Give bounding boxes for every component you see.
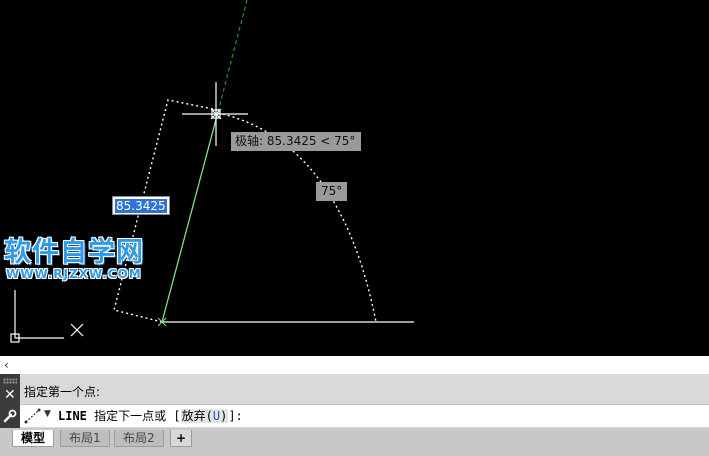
rubber-band-line — [161, 111, 219, 323]
add-layout-button[interactable]: + — [170, 430, 193, 447]
polar-tracking-line — [217, 0, 248, 113]
angle-dimension-label: 75° — [316, 182, 348, 201]
watermark-logo: 软件自学网 WWW.RJZXW.COM — [4, 238, 144, 281]
dynamic-input-field[interactable]: 85.3425 — [112, 196, 170, 215]
tab-layout1[interactable]: 布局1 — [60, 430, 110, 447]
watermark-title: 软件自学网 — [4, 237, 144, 268]
command-input-line[interactable]: ▼ LINE 指定下一点或 [放弃(U)]: — [20, 404, 709, 427]
tab-model[interactable]: 模型 — [12, 430, 55, 447]
dynamic-input-value: 85.3425 — [115, 199, 167, 213]
chevron-down-icon[interactable]: ▼ — [44, 409, 51, 419]
drawing-canvas[interactable]: 极轴: 85.3425 < 75° 75° 85.3425 软件自学网 WWW.… — [0, 0, 709, 356]
wrench-icon[interactable] — [3, 408, 17, 427]
bracket-close: ]: — [228, 409, 243, 423]
layout-tabbar: 模型 布局1 布局2 + — [0, 428, 709, 456]
watermark-url: WWW.RJZXW.COM — [6, 267, 142, 281]
command-history-line: 指定第一个点: — [24, 385, 101, 399]
bracket-open: [ — [173, 409, 181, 423]
undo-option-label: 放弃( — [181, 409, 213, 423]
undo-option-close: ) — [220, 409, 228, 423]
command-window: ✕ 指定第一个点: ▼ LINE 指定下一点或 [放弃(U)]: — [0, 374, 709, 428]
drawing-graphics — [10, 0, 414, 343]
ucs-axis-icon — [10, 290, 84, 343]
undo-option-key: U — [212, 409, 221, 423]
drag-grip-handle[interactable] — [3, 378, 17, 384]
undo-option[interactable]: 放弃(U) — [180, 409, 229, 423]
line-command-icon[interactable] — [24, 408, 42, 428]
horizontal-scrollbar[interactable]: ‹ — [0, 356, 709, 374]
scroll-left-arrow-icon[interactable]: ‹ — [4, 356, 9, 374]
command-name: LINE — [58, 409, 87, 423]
prompt-text: 指定下一点或 — [94, 409, 167, 423]
command-prompt: LINE 指定下一点或 [放弃(U)]: — [58, 408, 243, 424]
tab-layout2[interactable]: 布局2 — [114, 430, 164, 447]
close-icon[interactable]: ✕ — [4, 388, 16, 402]
command-window-sidebar: ✕ — [0, 374, 20, 428]
polar-tracking-tooltip: 极轴: 85.3425 < 75° — [231, 132, 362, 151]
